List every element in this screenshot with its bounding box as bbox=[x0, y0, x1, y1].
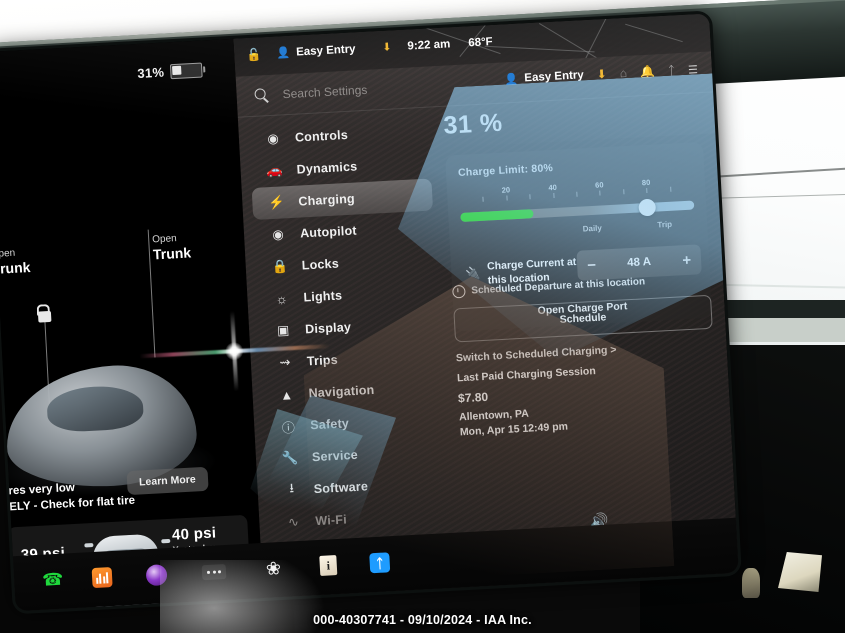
last-paid-charging-session: Last Paid Charging Session $7.80 Allento… bbox=[457, 359, 718, 440]
camera-icon[interactable] bbox=[145, 564, 168, 587]
search-input-placeholder[interactable]: Search Settings bbox=[282, 83, 367, 101]
battery-indicator[interactable]: 31% bbox=[136, 62, 203, 81]
sidebar-item-label: Dynamics bbox=[296, 159, 358, 177]
sidebar-item-label: Navigation bbox=[308, 382, 375, 401]
topbar-time: 9:22 am bbox=[407, 37, 451, 53]
download-icon[interactable]: ⬇ bbox=[382, 40, 392, 53]
person-icon: 👤 bbox=[504, 73, 519, 86]
slider-tick-label: 20 bbox=[501, 185, 511, 195]
bolt-icon: ⚡ bbox=[267, 194, 285, 211]
display-icon: ▣ bbox=[276, 322, 290, 338]
slider-tick-label: 60 bbox=[594, 180, 604, 190]
sidebar-item-label: Locks bbox=[301, 256, 340, 273]
navigation-icon: ▲ bbox=[279, 386, 294, 403]
sidebar-item-label: Charging bbox=[298, 191, 356, 209]
download-icon: ⭳ bbox=[288, 480, 295, 496]
frunk-label: Frunk bbox=[0, 258, 31, 278]
steering-icon: ◉ bbox=[272, 226, 285, 243]
sidebar-item-label: Controls bbox=[294, 127, 349, 145]
sidebar-item-label: Display bbox=[304, 319, 352, 337]
sidebar-item-label: Safety bbox=[309, 416, 350, 433]
slider-knob[interactable] bbox=[638, 198, 657, 217]
trunk-label-group[interactable]: Open Trunk bbox=[152, 231, 192, 262]
status-profile-label: Easy Entry bbox=[524, 69, 585, 85]
plug-icon: 🔌 bbox=[465, 266, 481, 281]
battery-icon bbox=[169, 62, 203, 80]
download-icon[interactable]: ⬇ bbox=[596, 67, 607, 82]
scheduled-departure-section: Scheduled Departure at this location Sch… bbox=[452, 272, 714, 364]
tesla-touchscreen: 31% Open Frunk Open Trunk tires very low… bbox=[0, 13, 739, 612]
trunk-label: Trunk bbox=[152, 244, 192, 263]
wrench-icon: 🔧 bbox=[281, 449, 299, 466]
auction-watermark: 000-40307741 - 09/10/2024 - IAA Inc. bbox=[313, 613, 532, 627]
tire-value: 40 psi bbox=[171, 524, 217, 544]
bluetooth-icon[interactable]: ᛏ bbox=[668, 63, 676, 77]
sidebar-item-label: Trips bbox=[306, 352, 339, 369]
bluetooth-icon[interactable]: ᛏ bbox=[369, 552, 391, 574]
background-light-glint bbox=[742, 568, 760, 598]
slider-tick-label: 80 bbox=[641, 177, 651, 188]
charge-limit-slider[interactable]: 20 40 60 80 Daily Trip bbox=[460, 178, 695, 235]
signal-icon[interactable]: ☰ bbox=[688, 63, 698, 77]
sidebar-item-label: Wi-Fi bbox=[315, 512, 348, 529]
sidebar-item-label: Software bbox=[313, 479, 369, 497]
frunk-label-group[interactable]: Open Frunk bbox=[0, 246, 31, 277]
home-icon[interactable]: ⌂ bbox=[619, 66, 627, 80]
vehicle-visualization-panel: 31% Open Frunk Open Trunk tires very low… bbox=[0, 38, 264, 612]
slider-tick-label: 40 bbox=[548, 182, 558, 193]
charge-current-value: 48 A bbox=[626, 255, 652, 270]
search-icon bbox=[254, 88, 269, 103]
toggle-icon: ◉ bbox=[266, 130, 280, 147]
sidebar-item-label: Autopilot bbox=[299, 223, 358, 241]
charge-limit-label: Charge Limit: 80% bbox=[457, 162, 554, 180]
more-dots-icon[interactable] bbox=[201, 563, 227, 581]
settings-menu: ◉ Controls 🚗 Dynamics ⚡ Charging ◉ Autop… bbox=[248, 115, 450, 540]
slider-daily-label: Daily bbox=[582, 223, 603, 234]
settings-panel: 🔓 👤 Easy Entry ⬇ 9:22 am 68°F Search Set… bbox=[233, 13, 739, 599]
increase-current-button[interactable]: + bbox=[682, 251, 692, 268]
lock-icon: 🔒 bbox=[271, 258, 289, 275]
fan-icon[interactable]: ❀ bbox=[265, 558, 281, 580]
car-icon: 🚗 bbox=[266, 162, 284, 179]
warning-icon: ⓘ bbox=[281, 419, 296, 436]
alert-bell-icon[interactable]: 🔔 bbox=[640, 64, 656, 79]
wifi-icon: ∿ bbox=[287, 514, 300, 530]
slider-ticks: 20 40 60 80 bbox=[459, 177, 694, 205]
sun-icon: ☼ bbox=[275, 290, 288, 307]
route-icon: ⇝ bbox=[279, 354, 291, 370]
photo-of-tesla-touchscreen: 31% Open Frunk Open Trunk tires very low… bbox=[0, 0, 845, 633]
person-icon: 👤 bbox=[276, 46, 291, 60]
topbar-profile-label: Easy Entry bbox=[295, 42, 356, 58]
sidebar-item-label: Lights bbox=[303, 288, 343, 305]
unlock-icon[interactable] bbox=[36, 303, 53, 325]
phone-icon[interactable]: ☎ bbox=[42, 570, 64, 591]
topbar-temperature: 68°F bbox=[467, 35, 493, 49]
media-icon[interactable] bbox=[91, 567, 113, 589]
slider-fill bbox=[460, 209, 534, 222]
topbar-left: 🔓 bbox=[246, 47, 262, 62]
sidebar-item-label: Service bbox=[311, 447, 359, 465]
learn-more-button[interactable]: Learn More bbox=[126, 466, 209, 496]
unlock-icon[interactable]: 🔓 bbox=[246, 47, 262, 62]
schedule-button[interactable]: Schedule bbox=[453, 294, 713, 343]
decrease-current-button[interactable]: − bbox=[587, 256, 597, 273]
clock-icon bbox=[452, 284, 466, 299]
battery-percent-label: 31% bbox=[136, 64, 165, 81]
slider-trip-label: Trip bbox=[657, 219, 673, 230]
info-icon[interactable]: i bbox=[319, 555, 338, 576]
